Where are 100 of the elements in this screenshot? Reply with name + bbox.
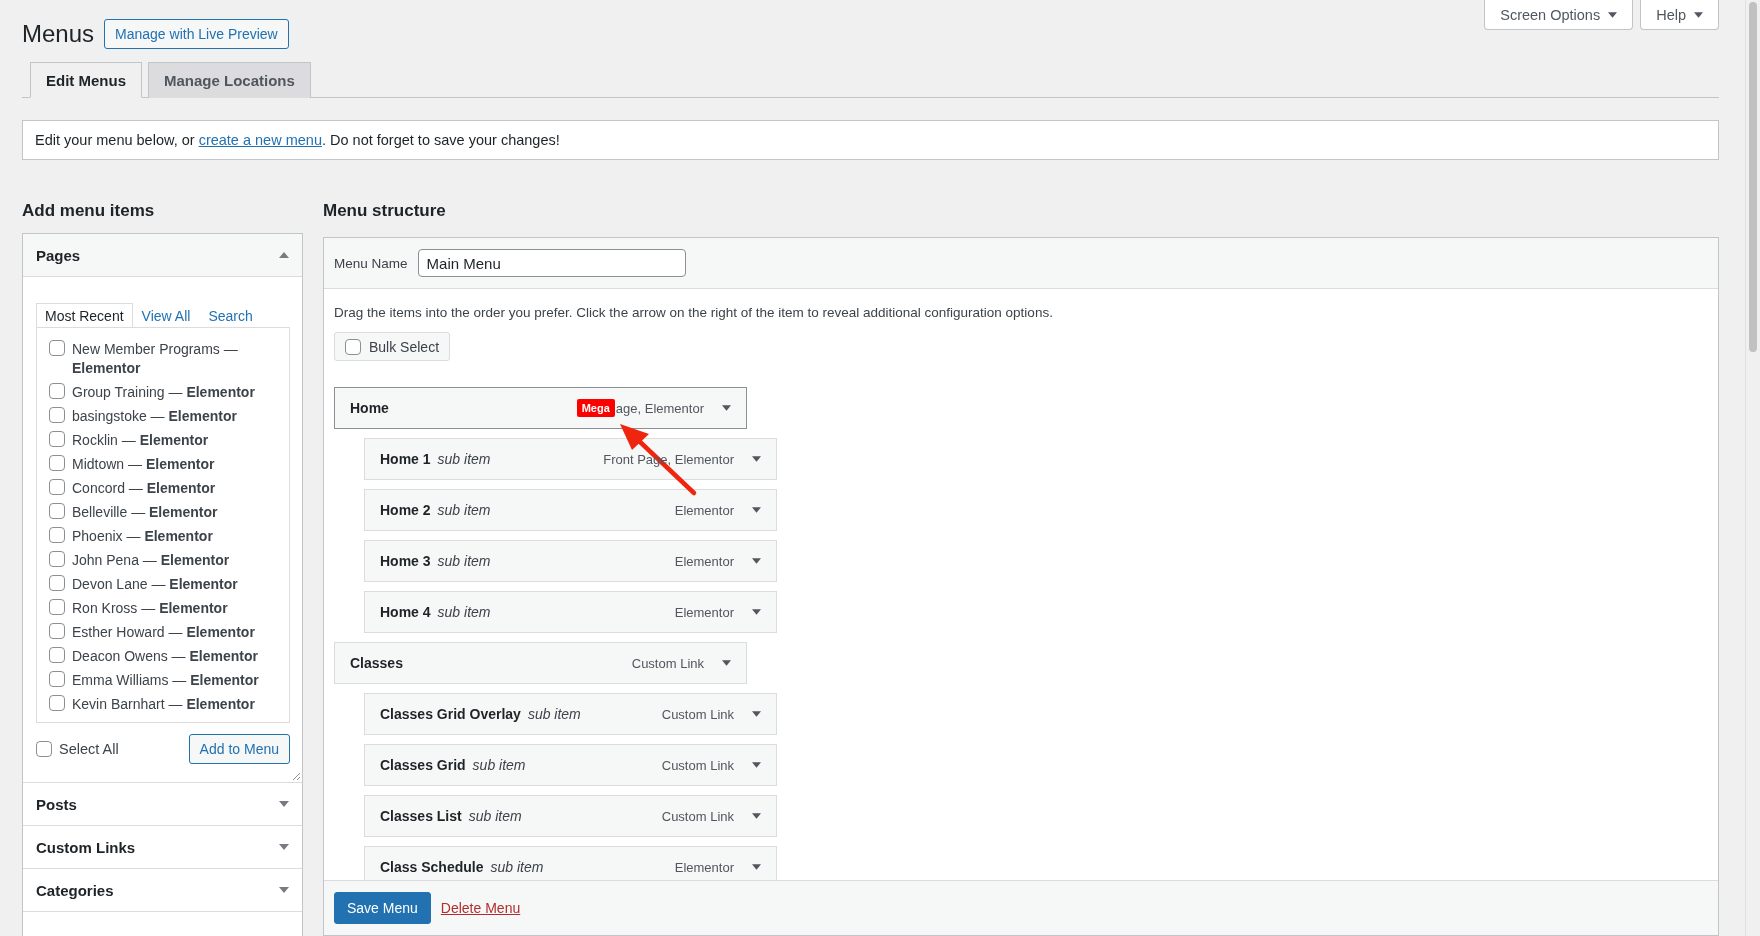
- menu-item-type: Elementor: [674, 859, 734, 875]
- checkbox[interactable]: [49, 455, 65, 471]
- page-label: Midtown — Elementor: [72, 455, 216, 474]
- caret-icon[interactable]: [752, 558, 761, 564]
- menu-item[interactable]: Class Schedule sub item Elementor: [364, 846, 777, 880]
- accordion-title: Posts: [36, 795, 77, 813]
- menu-item-title: Classes List: [380, 808, 462, 824]
- sub-item-note: sub item: [437, 604, 491, 620]
- section-heading: Menu structure: [323, 201, 447, 222]
- menu-item-title: Home: [350, 400, 389, 416]
- menu-item-type: Custom Link: [661, 706, 734, 722]
- page-title: Menus: [22, 20, 95, 48]
- sub-item-note: sub item: [437, 451, 491, 467]
- menu-item-title: Home 2: [380, 502, 431, 518]
- checkbox[interactable]: [49, 599, 65, 615]
- delete-menu-link[interactable]: Delete Menu: [440, 900, 521, 916]
- menu-item[interactable]: Classes Custom Link: [334, 642, 747, 684]
- caret-icon[interactable]: [722, 660, 731, 666]
- sub-item-note: sub item: [437, 553, 491, 569]
- caret-icon[interactable]: [752, 507, 761, 513]
- checkbox[interactable]: [49, 551, 65, 567]
- menu-item-type: Elementor: [674, 553, 734, 569]
- checkbox[interactable]: [49, 695, 65, 711]
- caret-icon[interactable]: [752, 864, 761, 870]
- instructions-text: Drag the items into the order you prefer. Click the arrow on the right of the item to reveal additional configuration options.: [334, 305, 1054, 320]
- menu-item-title: Classes Grid Overlay: [380, 706, 521, 722]
- scrollbar-thumb[interactable]: [1749, 2, 1757, 352]
- menu-item[interactable]: Classes Grid Overlay sub item Custom Link: [364, 693, 777, 735]
- caret-icon[interactable]: [752, 456, 761, 462]
- page-label: Devon Lane — Elementor: [72, 575, 239, 594]
- tab[interactable]: Most Recent: [36, 303, 133, 327]
- menu-item-type: Elementor: [674, 604, 734, 620]
- bulk-select-button[interactable]: Bulk Select: [334, 332, 451, 361]
- create-menu-link[interactable]: create a new menu: [198, 132, 322, 148]
- dropdown-button[interactable]: Screen Options: [1484, 0, 1634, 30]
- tab[interactable]: Search: [199, 303, 262, 327]
- page-label: Ron Kross — Elementor: [72, 599, 229, 618]
- page-label: Emma Williams — Elementor: [72, 671, 260, 690]
- page-label: Deacon Owens — Elementor: [72, 647, 259, 666]
- resize-handle-icon[interactable]: [292, 772, 300, 780]
- save-menu-button[interactable]: Save Menu: [334, 892, 431, 924]
- section-heading: Add menu items: [22, 201, 156, 221]
- menu-item-title: Classes: [350, 655, 403, 671]
- checkbox[interactable]: [49, 407, 65, 423]
- page-label: Rocklin — Elementor: [72, 431, 210, 450]
- sub-item-note: sub item: [472, 757, 526, 773]
- menu-item[interactable]: Classes Grid sub item Custom Link: [364, 744, 777, 786]
- checkbox[interactable]: [345, 338, 361, 355]
- caret-icon[interactable]: [752, 813, 761, 819]
- menu-name-label: Menu Name: [334, 255, 408, 271]
- page-label: Phoenix — Elementor: [72, 527, 214, 546]
- caret-icon: [279, 252, 289, 258]
- checkbox[interactable]: [36, 741, 52, 757]
- page-label: John Pena — Elementor: [72, 551, 231, 570]
- notice-text: Edit your menu below, or create a new menu. Do not forget to save your changes!: [35, 132, 560, 148]
- caret-icon[interactable]: [722, 405, 731, 411]
- menu-item-type: Custom Link: [661, 757, 734, 773]
- checkbox[interactable]: [49, 647, 65, 663]
- dropdown-button[interactable]: Help: [1640, 0, 1719, 30]
- menu-item-type: Custom Link: [631, 655, 704, 671]
- checkbox[interactable]: [49, 671, 65, 687]
- tab[interactable]: Edit Menus: [30, 62, 142, 98]
- menu-item-type: Elementor: [674, 502, 734, 518]
- page-label: Concord — Elementor: [72, 479, 217, 498]
- checkbox[interactable]: [49, 503, 65, 519]
- page-label: New Member Programs — Elementor: [72, 340, 239, 378]
- checkbox[interactable]: [49, 575, 65, 591]
- menu-item[interactable]: Home Mega age, Elementor: [334, 387, 747, 429]
- caret-icon: [1608, 11, 1618, 18]
- menu-item[interactable]: Home 4 sub item Elementor: [364, 591, 777, 633]
- tab[interactable]: Manage Locations: [148, 62, 311, 98]
- add-to-menu-button[interactable]: Add to Menu: [188, 734, 290, 764]
- accordion-title: Pages: [36, 246, 81, 264]
- checkbox[interactable]: [49, 527, 65, 543]
- accordion-title: Custom Links: [36, 838, 136, 856]
- caret-icon[interactable]: [752, 762, 761, 768]
- checkbox[interactable]: [49, 383, 65, 399]
- page-label: Esther Howard — Elementor: [72, 623, 256, 642]
- checkbox[interactable]: [49, 623, 65, 639]
- tab[interactable]: View All: [132, 303, 200, 327]
- checkbox[interactable]: [49, 431, 65, 447]
- menu-item[interactable]: Home 2 sub item Elementor: [364, 489, 777, 531]
- sub-item-note: sub item: [527, 706, 581, 722]
- menu-item[interactable]: Classes List sub item Custom Link: [364, 795, 777, 837]
- menu-item-title: Home 3: [380, 553, 431, 569]
- page-label: basingstoke — Elementor: [72, 407, 238, 426]
- caret-icon[interactable]: [752, 609, 761, 615]
- caret-icon: [279, 801, 289, 807]
- checkbox[interactable]: [49, 340, 65, 356]
- select-all-label: Select All: [59, 741, 119, 757]
- accordion-title: Categories: [36, 881, 114, 899]
- mega-badge: Mega: [576, 399, 615, 417]
- checkbox[interactable]: [49, 479, 65, 495]
- accordion-header[interactable]: Pages: [23, 234, 302, 277]
- menu-item[interactable]: Home 3 sub item Elementor: [364, 540, 777, 582]
- menu-item-title: Home 4: [380, 604, 431, 620]
- caret-icon: [279, 887, 289, 893]
- live-preview-button[interactable]: Manage with Live Preview: [104, 19, 289, 49]
- caret-icon[interactable]: [752, 711, 761, 717]
- menu-name-field[interactable]: Main Menu: [417, 249, 686, 277]
